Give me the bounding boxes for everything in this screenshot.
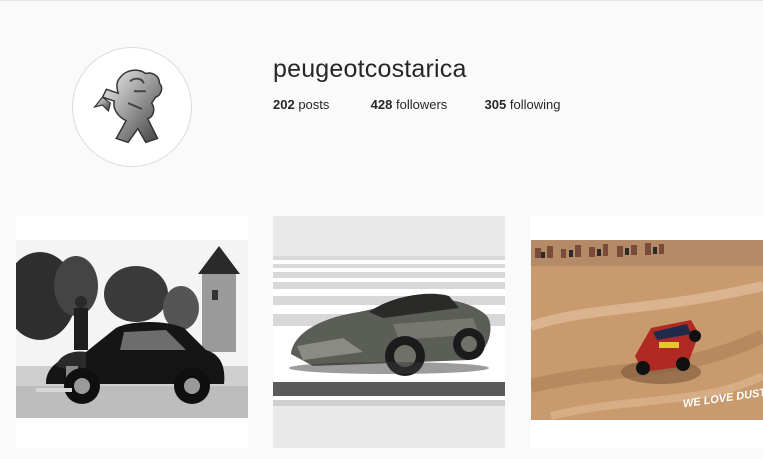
post-thumbnail-3[interactable]: WE LOVE DUST — [531, 216, 763, 448]
posts-label: posts — [298, 97, 330, 112]
profile-username: peugeotcostarica — [273, 55, 467, 83]
rally-car-photo-icon: WE LOVE DUST — [531, 216, 763, 448]
followers-label: followers — [395, 97, 448, 112]
posts-stat: 202 posts — [273, 97, 329, 112]
followers-count: 428 — [370, 97, 393, 112]
following-stat[interactable]: 305 following — [485, 97, 561, 112]
posts-count: 202 — [273, 97, 295, 112]
post-thumbnail-1[interactable] — [16, 216, 248, 448]
peugeot-lion-logo-icon — [93, 69, 163, 144]
top-divider — [0, 0, 763, 1]
vintage-car-photo-icon — [16, 216, 248, 448]
profile-stats: 202 posts 428 followers 305 following — [273, 97, 560, 112]
profile-avatar[interactable] — [72, 47, 192, 167]
post-thumbnail-2[interactable] — [273, 216, 505, 448]
following-label: following — [509, 97, 561, 112]
concept-car-photo-icon — [273, 216, 505, 448]
following-count: 305 — [484, 97, 507, 112]
followers-stat[interactable]: 428 followers — [371, 97, 448, 112]
